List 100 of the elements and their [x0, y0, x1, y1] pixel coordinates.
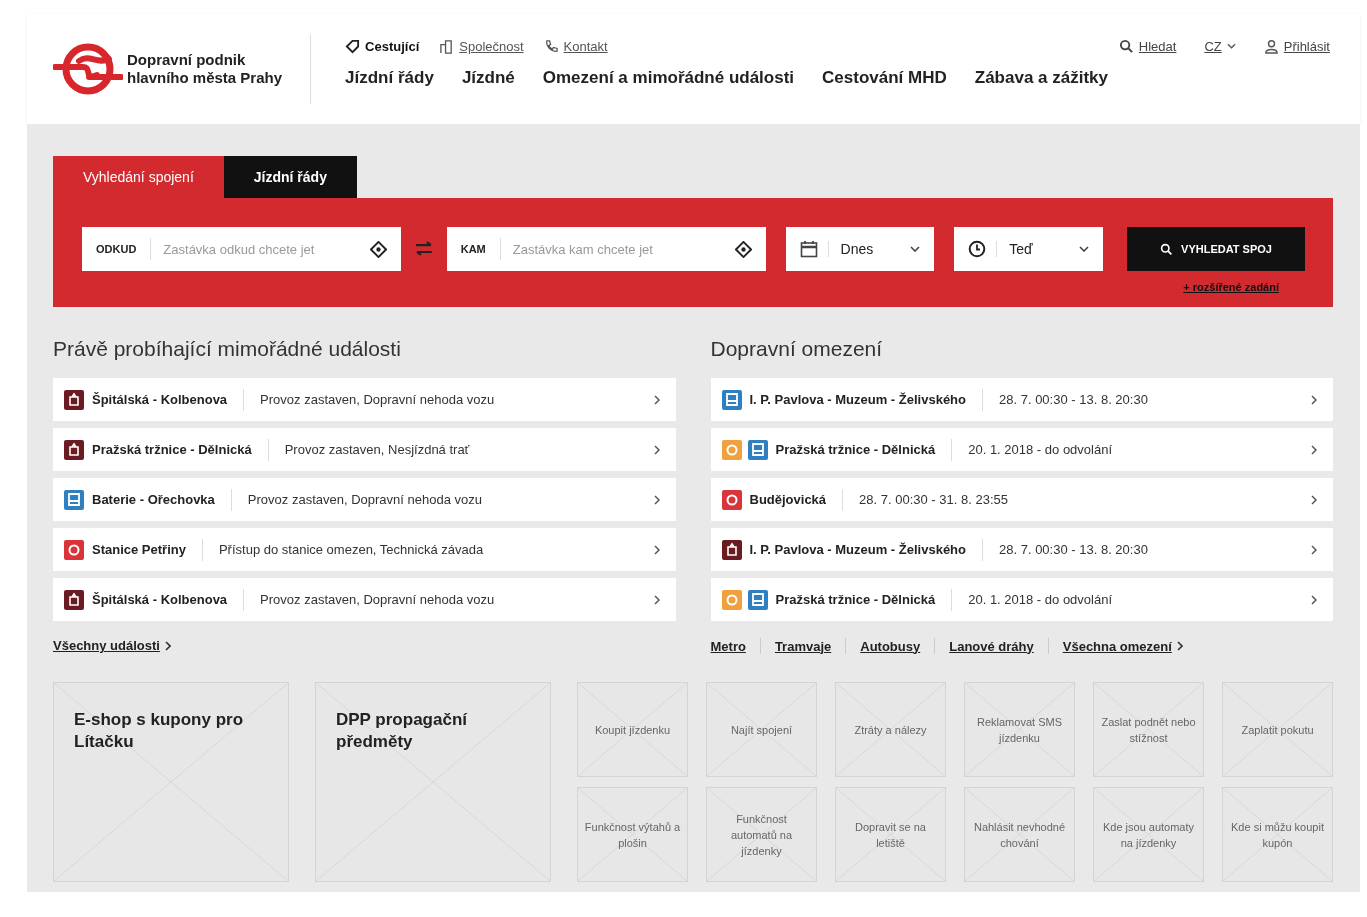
- field-label: KAM: [460, 238, 501, 260]
- language-selector[interactable]: CZ: [1204, 38, 1236, 54]
- search-icon: [1160, 242, 1174, 256]
- promo-title: DPP propagační předměty: [336, 709, 469, 753]
- event-row[interactable]: Stanice Petřiny Přístup do stanice omezen, Technická závada: [53, 528, 676, 571]
- chevron-right-icon: [1311, 494, 1317, 505]
- locate-icon[interactable]: [734, 240, 752, 258]
- clock-icon: [968, 240, 987, 258]
- filter-link[interactable]: Autobusy: [860, 638, 921, 654]
- event-row[interactable]: Špitálská - Kolbenova Provoz zastaven, Dopravní nehoda vozu: [53, 578, 676, 621]
- caret-icon: [1079, 246, 1089, 252]
- transport-icon: [721, 489, 742, 510]
- tile-label: Reklamovat SMS jízdenku: [976, 714, 1063, 746]
- top-nav-link[interactable]: Cestující: [345, 38, 420, 54]
- logo-icon[interactable]: [53, 41, 123, 97]
- top-nav-link[interactable]: Společnost: [439, 38, 524, 54]
- transport-icon: [64, 389, 84, 410]
- quick-link-tile[interactable]: Zaslat podnět nebo stížnost: [1093, 682, 1204, 777]
- all-link[interactable]: Všechny události: [53, 638, 160, 653]
- advanced-search-link[interactable]: + rozšířené zadání: [1183, 281, 1279, 293]
- chevron-right-icon: [653, 394, 660, 405]
- event-row[interactable]: I. P. Pavlova - Muzeum - Želivského 28. 7. 00:30 - 13. 8. 20:30: [710, 528, 1333, 571]
- main-nav-item[interactable]: Jízdné: [461, 68, 515, 88]
- event-row[interactable]: Pražská tržnice - Dělnická 20. 1. 2018 - do odvolání: [710, 578, 1333, 621]
- event-row[interactable]: Budějovická 28. 7. 00:30 - 31. 8. 23:55: [710, 478, 1333, 521]
- caret-icon: [1226, 43, 1236, 49]
- promo-title: E-shop s kupony pro Lítačku: [74, 709, 245, 753]
- logo-text[interactable]: Dopravní podnik hlavního města Prahy: [127, 51, 283, 87]
- transport-icon: [721, 539, 742, 560]
- chevron-right-icon: [653, 594, 660, 605]
- quick-link-tile[interactable]: Nahlásit nevhodné chování: [964, 787, 1075, 882]
- search-icon: [1118, 38, 1134, 54]
- tile-label: Dopravit se na letiště: [854, 819, 927, 851]
- top-nav-link[interactable]: Kontakt: [543, 38, 608, 54]
- tile-label: Ztráty a nálezy: [854, 722, 927, 738]
- chevron-right-icon: [653, 444, 660, 455]
- to-field[interactable]: KAM Zastávka kam chcete jet: [446, 227, 766, 271]
- transport-icon: [721, 589, 742, 610]
- event-row[interactable]: Pražská tržnice - Dělnická 20. 1. 2018 - do odvolání: [710, 428, 1333, 471]
- from-field[interactable]: ODKUD Zastávka odkud chcete jet: [82, 227, 401, 271]
- tile-label: Najít spojení: [730, 722, 793, 738]
- tile-label: Nahlásit nevhodné chování: [972, 819, 1067, 851]
- quick-link-tile[interactable]: Ztráty a nálezy: [835, 682, 946, 777]
- bus-icon: [721, 389, 742, 410]
- from-input[interactable]: Zastávka odkud chcete jet: [161, 240, 360, 258]
- quick-link-tile[interactable]: Funkčnost výtahů a plošin: [577, 787, 688, 882]
- login-link[interactable]: Přihlásit: [1263, 38, 1330, 54]
- transport-icon: [64, 439, 84, 460]
- to-input[interactable]: Zastávka kam chcete jet: [510, 240, 725, 258]
- search-link[interactable]: Hledat: [1118, 38, 1177, 54]
- quick-link-tile[interactable]: Kde jsou automaty na jízdenky: [1093, 787, 1204, 882]
- event-row[interactable]: I. P. Pavlova - Muzeum - Želivského 28. 7. 00:30 - 13. 8. 20:30: [710, 378, 1333, 421]
- phone-icon: [543, 38, 559, 54]
- filter-link[interactable]: Lanové dráhy: [949, 638, 1034, 654]
- main-nav-item[interactable]: Jízdní řády: [345, 68, 434, 88]
- user-icon: [1263, 38, 1279, 54]
- main-nav-item[interactable]: Omezení a mimořádné události: [542, 68, 795, 88]
- promo-tile[interactable]: DPP propagační předměty: [315, 682, 551, 882]
- tile-label: Zaslat podnět nebo stížnost: [1100, 714, 1197, 746]
- section-title: Dopravní omezení: [710, 337, 884, 361]
- filter-link[interactable]: Metro: [710, 638, 746, 654]
- chevron-right-icon: [1311, 444, 1317, 455]
- tile-label: Koupit jízdenku: [594, 722, 671, 738]
- date-select[interactable]: Dnes: [785, 227, 935, 271]
- quick-link-tile[interactable]: Funkčnost automatů na jízdenky: [706, 787, 817, 882]
- main-nav-item[interactable]: Zábava a zážitky: [974, 68, 1108, 88]
- search-tab[interactable]: Jízdní řády: [223, 156, 357, 198]
- bus-icon: [747, 439, 768, 460]
- transport-icon: [721, 439, 742, 460]
- caret-icon: [910, 246, 921, 252]
- quick-link-tile[interactable]: Kde si můžu koupit kupón: [1222, 787, 1333, 882]
- quick-link-tile[interactable]: Zaplatit pokutu: [1222, 682, 1333, 777]
- chevron-right-icon: [1176, 641, 1183, 651]
- section-title: Právě probíhající mimořádné události: [53, 337, 402, 361]
- chevron-right-icon: [653, 494, 660, 505]
- time-select[interactable]: Teď: [954, 227, 1103, 271]
- swap-icon[interactable]: [414, 241, 433, 257]
- bus-icon: [64, 489, 84, 510]
- tile-label: Kde jsou automaty na jízdenky: [1101, 819, 1196, 851]
- tile-label: Funkčnost výtahů a plošin: [584, 819, 681, 851]
- transport-icon: [64, 589, 84, 610]
- search-button[interactable]: VYHLEDAT SPOJ: [1127, 227, 1305, 271]
- search-tab[interactable]: Vyhledání spojení: [53, 156, 224, 198]
- filter-link[interactable]: Tramvaje: [774, 638, 832, 654]
- chevron-right-icon: [653, 544, 660, 555]
- quick-link-tile[interactable]: Najít spojení: [706, 682, 817, 777]
- tag-icon: [345, 38, 361, 54]
- event-row[interactable]: Špitálská - Kolbenova Provoz zastaven, Dopravní nehoda vozu: [53, 378, 676, 421]
- chevron-right-icon: [1311, 394, 1317, 405]
- chevron-right-icon: [1311, 594, 1317, 605]
- event-row[interactable]: Pražská tržnice - Dělnická Provoz zastaven, Nesjízdná trať: [53, 428, 676, 471]
- event-row[interactable]: Baterie - Ořechovka Provoz zastaven, Dopravní nehoda vozu: [53, 478, 676, 521]
- main-nav-item[interactable]: Cestování MHD: [822, 68, 947, 88]
- bus-icon: [747, 589, 768, 610]
- quick-link-tile[interactable]: Dopravit se na letiště: [835, 787, 946, 882]
- quick-link-tile[interactable]: Koupit jízdenku: [577, 682, 688, 777]
- quick-link-tile[interactable]: Reklamovat SMS jízdenku: [964, 682, 1075, 777]
- promo-tile[interactable]: E-shop s kupony pro Lítačku: [53, 682, 289, 882]
- all-link[interactable]: Všechna omezení: [1062, 638, 1172, 654]
- locate-icon[interactable]: [369, 240, 387, 258]
